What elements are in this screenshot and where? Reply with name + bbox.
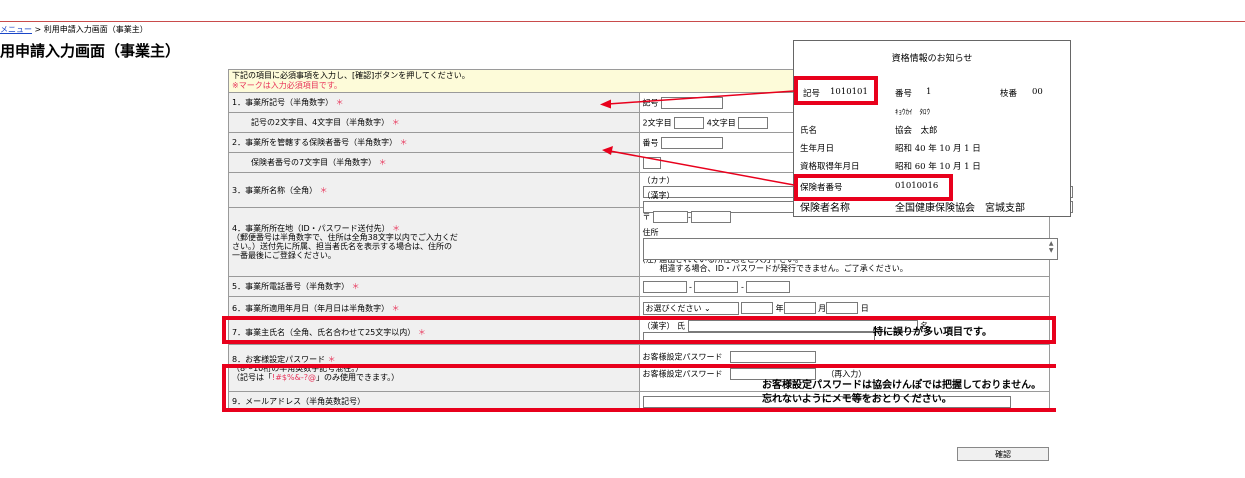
arrowhead-insurer-icon	[602, 146, 613, 155]
arrow-line-insurer	[609, 150, 795, 186]
error-prone-note: 特に誤りが多い項目です。	[873, 327, 992, 338]
arrow-line-kigo	[607, 90, 795, 105]
arrows-overlay	[600, 90, 795, 186]
password-note-line-1: お客様設定パスワードは協会けんぽでは把握しておりません。	[762, 380, 1042, 391]
arrowhead-kigo-icon	[600, 99, 611, 109]
password-note-line-2: 忘れないようにメモ等をおとりください。	[762, 394, 952, 405]
confirm-button[interactable]: 確認	[957, 447, 1049, 461]
